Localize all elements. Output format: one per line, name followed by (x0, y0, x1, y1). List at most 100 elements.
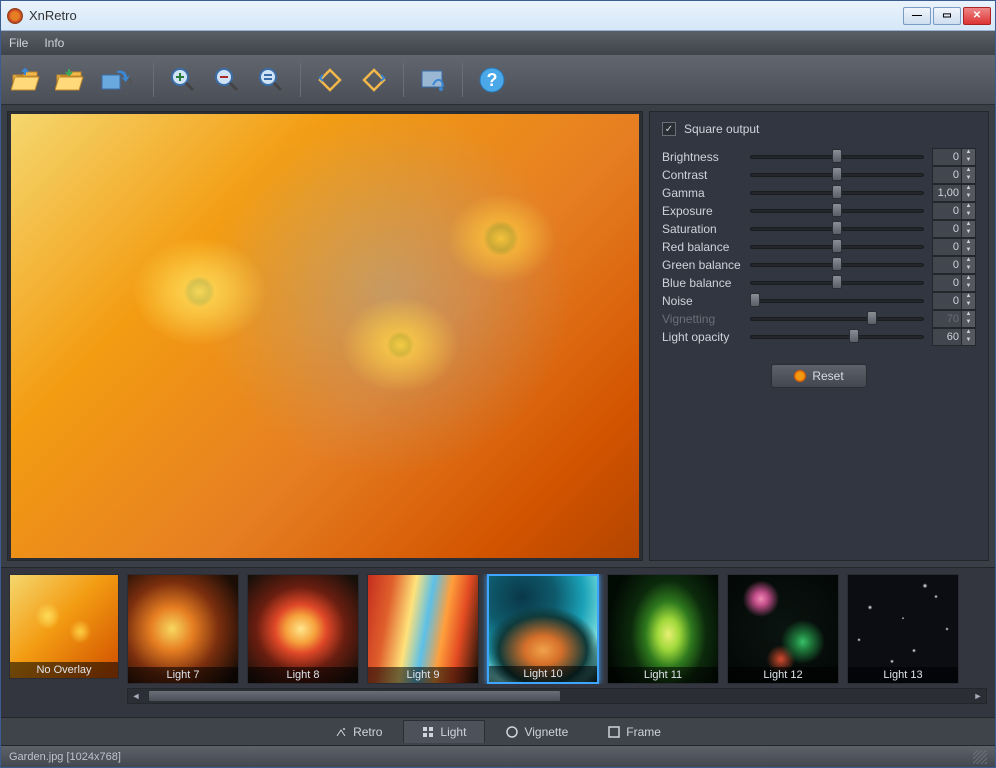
slider-green_balance[interactable] (750, 257, 924, 273)
spinner-input-light_opacity[interactable] (933, 331, 961, 343)
spinner-gamma[interactable]: ▲▼ (932, 184, 976, 202)
spinner-down-icon[interactable]: ▼ (961, 229, 975, 237)
status-text: Garden.jpg [1024x768] (9, 751, 121, 763)
overlay-thumb-light-13[interactable]: Light 13 (847, 574, 959, 684)
square-output-checkbox[interactable]: ✓ (662, 122, 676, 136)
rotate-right-button[interactable] (355, 61, 393, 99)
menu-info[interactable]: Info (44, 36, 64, 50)
spinner-down-icon[interactable]: ▼ (961, 211, 975, 219)
rotate-right-icon (361, 67, 387, 93)
minimize-button[interactable]: — (903, 7, 931, 25)
spinner-input-saturation[interactable] (933, 223, 961, 235)
spinner-up-icon[interactable]: ▲ (961, 275, 975, 283)
titlebar[interactable]: XnRetro — ▭ ✕ (1, 1, 995, 31)
tab-retro[interactable]: Retro (316, 720, 401, 744)
overlay-thumb-light-10[interactable]: Light 10 (487, 574, 599, 684)
slider-row-exposure: Exposure▲▼ (662, 202, 976, 220)
spinner-up-icon[interactable]: ▲ (961, 257, 975, 265)
spinner-input-vignetting (933, 313, 961, 325)
preview-pane[interactable] (7, 111, 643, 561)
tab-light[interactable]: Light (403, 720, 485, 743)
slider-brightness[interactable] (750, 149, 924, 165)
spinner-input-green_balance[interactable] (933, 259, 961, 271)
spinner-up-icon[interactable]: ▲ (961, 239, 975, 247)
spinner-up-icon[interactable]: ▲ (961, 293, 975, 301)
reset-button[interactable]: Reset (771, 364, 866, 388)
tab-label-retro: Retro (353, 725, 382, 739)
slider-red_balance[interactable] (750, 239, 924, 255)
spinner-brightness[interactable]: ▲▼ (932, 148, 976, 166)
spinner-contrast[interactable]: ▲▼ (932, 166, 976, 184)
tab-vignette[interactable]: Vignette (487, 720, 587, 744)
spinner-down-icon[interactable]: ▼ (961, 337, 975, 345)
spinner-input-noise[interactable] (933, 295, 961, 307)
overlay-thumb-light-12[interactable]: Light 12 (727, 574, 839, 684)
overlay-thumb-label: Light 11 (608, 667, 718, 683)
overlay-scrollbar[interactable]: ◄ ► (127, 688, 987, 704)
spinner-red_balance[interactable]: ▲▼ (932, 238, 976, 256)
crop-button[interactable] (414, 61, 452, 99)
zoom-out-button[interactable] (208, 61, 246, 99)
overlay-thumb-light-8[interactable]: Light 8 (247, 574, 359, 684)
spinner-blue_balance[interactable]: ▲▼ (932, 274, 976, 292)
help-button[interactable]: ? (473, 61, 511, 99)
spinner-noise[interactable]: ▲▼ (932, 292, 976, 310)
app-body: ? ✓ Square output Brightness▲▼Contrast▲▼… (1, 55, 995, 767)
slider-noise[interactable] (750, 293, 924, 309)
save-button[interactable] (51, 61, 89, 99)
tab-label-vignette: Vignette (524, 725, 568, 739)
preview-image (11, 114, 639, 558)
spinner-up-icon[interactable]: ▲ (961, 185, 975, 193)
slider-blue_balance[interactable] (750, 275, 924, 291)
slider-exposure[interactable] (750, 203, 924, 219)
spinner-input-exposure[interactable] (933, 205, 961, 217)
zoom-in-button[interactable] (164, 61, 202, 99)
slider-saturation[interactable] (750, 221, 924, 237)
scroll-left-icon[interactable]: ◄ (128, 691, 144, 701)
overlay-thumb-light-7[interactable]: Light 7 (127, 574, 239, 684)
slider-gamma[interactable] (750, 185, 924, 201)
spinner-input-red_balance[interactable] (933, 241, 961, 253)
spinner-light_opacity[interactable]: ▲▼ (932, 328, 976, 346)
slider-contrast[interactable] (750, 167, 924, 183)
menu-file[interactable]: File (9, 36, 28, 50)
resize-grip-icon[interactable] (973, 750, 987, 764)
spinner-input-blue_balance[interactable] (933, 277, 961, 289)
spinner-input-contrast[interactable] (933, 169, 961, 181)
slider-light_opacity[interactable] (750, 329, 924, 345)
zoom-fit-button[interactable] (252, 61, 290, 99)
spinner-up-icon: ▲ (961, 311, 975, 319)
reset-icon (794, 370, 806, 382)
no-overlay-thumb[interactable]: No Overlay (9, 574, 119, 679)
rotate-left-button[interactable] (311, 61, 349, 99)
toolbar-separator (462, 63, 463, 97)
overlay-thumb-light-9[interactable]: Light 9 (367, 574, 479, 684)
slider-row-light_opacity: Light opacity▲▼ (662, 328, 976, 346)
spinner-exposure[interactable]: ▲▼ (932, 202, 976, 220)
spinner-up-icon[interactable]: ▲ (961, 149, 975, 157)
overlay-thumb-light-11[interactable]: Light 11 (607, 574, 719, 684)
spinner-up-icon[interactable]: ▲ (961, 329, 975, 337)
export-button[interactable] (95, 61, 143, 99)
spinner-down-icon[interactable]: ▼ (961, 301, 975, 309)
spinner-saturation[interactable]: ▲▼ (932, 220, 976, 238)
spinner-down-icon[interactable]: ▼ (961, 283, 975, 291)
spinner-up-icon[interactable]: ▲ (961, 167, 975, 175)
spinner-down-icon[interactable]: ▼ (961, 175, 975, 183)
spinner-down-icon[interactable]: ▼ (961, 265, 975, 273)
close-button[interactable]: ✕ (963, 7, 991, 25)
spinner-green_balance[interactable]: ▲▼ (932, 256, 976, 274)
spinner-up-icon[interactable]: ▲ (961, 203, 975, 211)
tab-frame[interactable]: Frame (589, 720, 680, 744)
maximize-button[interactable]: ▭ (933, 7, 961, 25)
spinner-down-icon[interactable]: ▼ (961, 247, 975, 255)
scroll-right-icon[interactable]: ► (970, 691, 986, 701)
spinner-down-icon[interactable]: ▼ (961, 157, 975, 165)
scroll-thumb[interactable] (148, 690, 561, 702)
square-output-row[interactable]: ✓ Square output (662, 122, 976, 136)
spinner-input-brightness[interactable] (933, 151, 961, 163)
spinner-input-gamma[interactable] (933, 187, 961, 199)
spinner-up-icon[interactable]: ▲ (961, 221, 975, 229)
open-button[interactable] (7, 61, 45, 99)
spinner-down-icon[interactable]: ▼ (961, 193, 975, 201)
